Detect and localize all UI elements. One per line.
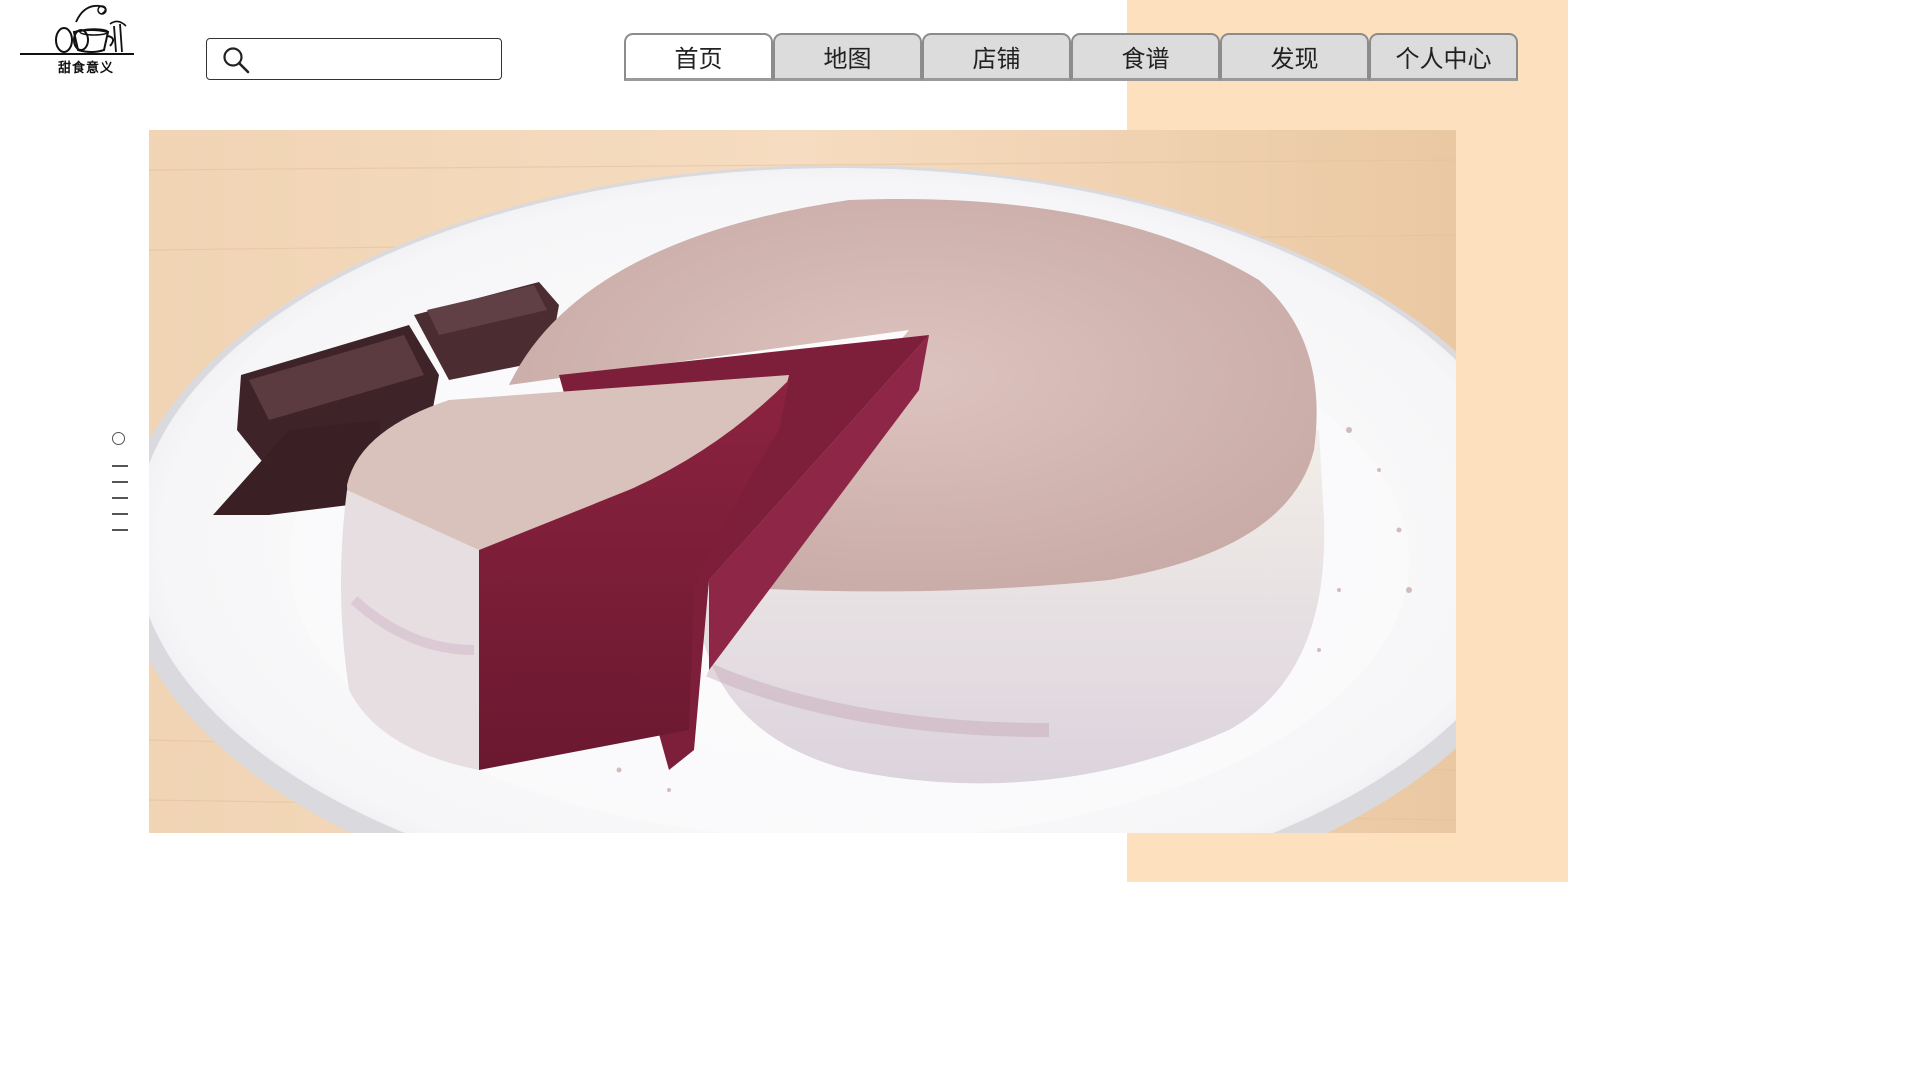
tab-recipes[interactable]: 食谱 (1071, 33, 1220, 81)
tab-home[interactable]: 首页 (624, 33, 773, 81)
pager-dot[interactable] (112, 465, 128, 467)
pager-dot[interactable] (112, 513, 128, 515)
pager-dot-active[interactable] (112, 432, 125, 445)
carousel-pager (111, 432, 129, 542)
main-nav: 首页 地图 店铺 食谱 发现 个人中心 (624, 33, 1518, 81)
hero-cake-image[interactable] (149, 130, 1456, 833)
tab-label: 店铺 (972, 45, 1021, 73)
tab-label: 地图 (823, 45, 872, 73)
brand-logo[interactable]: 甜食意义 (18, 2, 136, 78)
tab-label: 首页 (674, 45, 723, 73)
tab-shops[interactable]: 店铺 (922, 33, 1071, 81)
pager-dot[interactable] (112, 529, 128, 531)
search-input[interactable] (259, 45, 495, 75)
tab-discover[interactable]: 发现 (1220, 33, 1369, 81)
pager-dot[interactable] (112, 497, 128, 499)
tab-label: 个人中心 (1395, 45, 1492, 73)
tab-profile[interactable]: 个人中心 (1369, 33, 1518, 81)
cup-spoon-logo-icon (20, 4, 134, 55)
cake-photo-illustration (149, 130, 1456, 833)
tab-label: 发现 (1270, 45, 1319, 73)
brand-name: 甜食意义 (58, 61, 115, 76)
tab-map[interactable]: 地图 (773, 33, 922, 81)
tab-label: 食谱 (1121, 45, 1170, 73)
pager-dot[interactable] (112, 481, 128, 483)
search-icon[interactable] (221, 45, 251, 75)
search-box[interactable] (206, 38, 502, 80)
